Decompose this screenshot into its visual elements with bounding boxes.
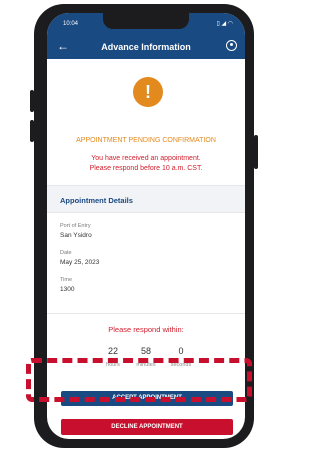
countdown-minutes: 58 [140,346,151,356]
appointment-details-header: Appointment Details [47,185,245,213]
port-of-entry-label: Port of Entry [60,223,91,229]
phone-side-button [30,90,34,112]
divider [47,313,245,314]
camera-notch [103,13,189,29]
page-title: Advance Information [101,42,191,52]
appointment-message-line2: Please respond before 10 a.m. CST. [89,165,203,172]
date-value: May 25, 2023 [60,259,100,266]
exclamation-icon: ! [133,77,163,107]
time-label: Time [60,277,73,283]
top-nav-bar: ← Advance Information [47,35,245,59]
countdown-seconds-label: seconds [170,362,192,368]
status-icons: ▯ ◢ ◠ [216,21,234,27]
phone-side-button [254,135,258,169]
countdown-seconds: 0 [178,346,184,356]
accept-appointment-button[interactable]: ACCEPT APPOINTMENT [61,391,233,406]
app-screen: 10:04 ▯ ◢ ◠ ← Advance Information ! APPO… [47,13,245,439]
pending-status-title: APPOINTMENT PENDING CONFIRMATION [76,137,216,144]
countdown-minutes-label: minutes [136,362,156,368]
status-time: 10:04 [63,21,79,27]
section-title: Appointment Details [60,196,133,205]
user-circle-icon[interactable] [226,40,237,51]
time-value: 1300 [60,286,75,293]
date-label: Date [60,250,72,256]
respond-within-label: Please respond within: [108,325,184,334]
appointment-message-line1: You have received an appointment. [91,155,201,162]
port-of-entry-value: San Ysidro [60,232,92,239]
decline-appointment-button[interactable]: DECLINE APPOINTMENT [61,419,233,435]
countdown-hours-label: hours [106,362,120,368]
phone-side-button [30,120,34,142]
status-bar: 10:04 ▯ ◢ ◠ [47,13,245,35]
countdown-hours: 22 [107,346,118,356]
